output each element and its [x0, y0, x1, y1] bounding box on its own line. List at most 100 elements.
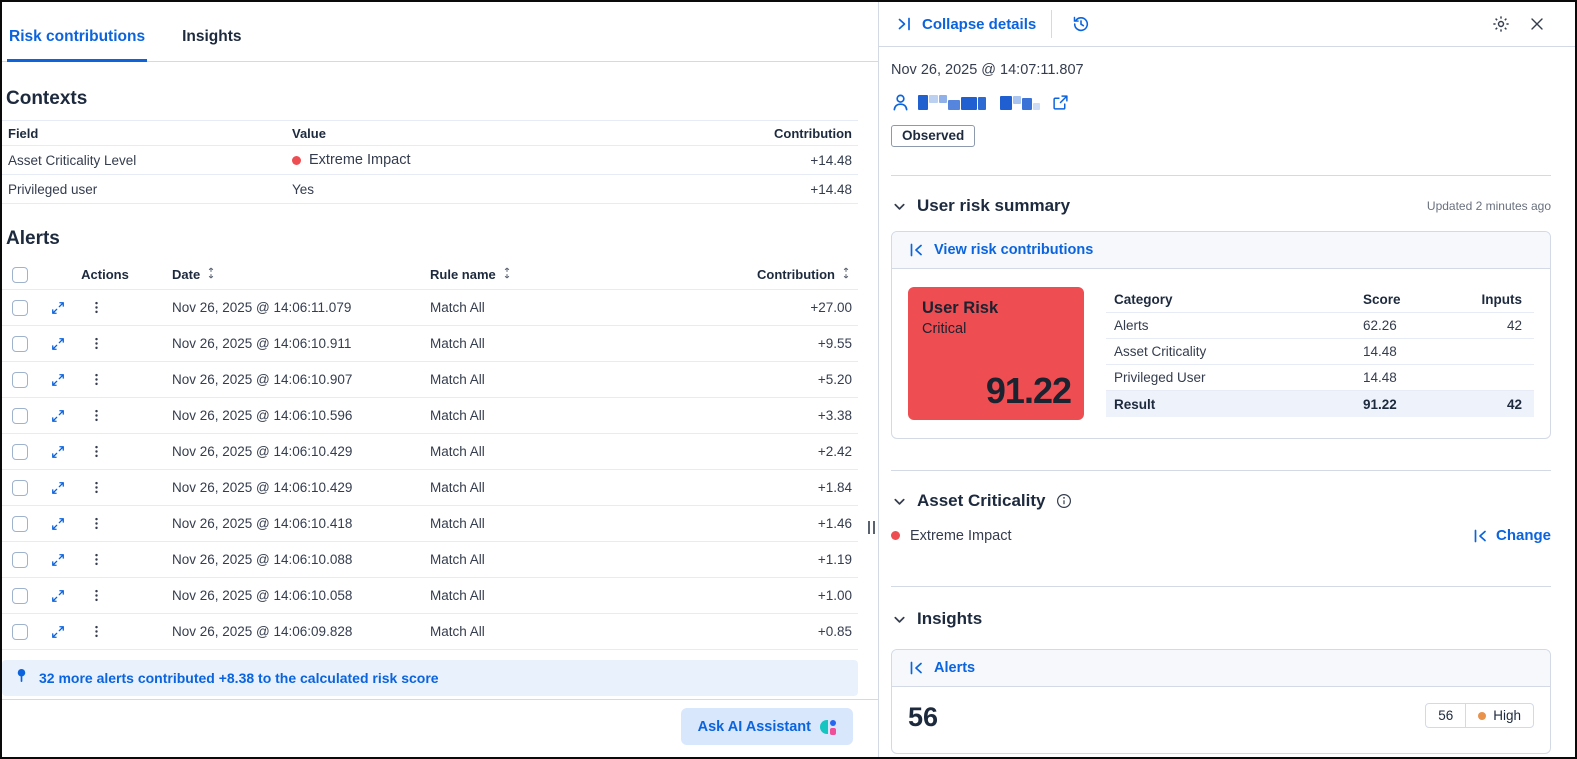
alert-date: Nov 26, 2025 @ 14:06:11.079	[172, 300, 430, 315]
risk-category: Result	[1106, 397, 1355, 412]
insights-header: Insights	[891, 609, 1551, 629]
row-checkbox[interactable]	[12, 480, 28, 496]
more-actions-icon[interactable]	[84, 440, 108, 464]
expand-alert-icon[interactable]	[46, 512, 70, 536]
alerts-col-date[interactable]: Date	[172, 267, 430, 282]
alerts-heading: Alerts	[6, 228, 857, 250]
change-criticality-link[interactable]: Change	[1472, 527, 1551, 544]
more-actions-icon[interactable]	[84, 620, 108, 644]
updated-timestamp: Updated 2 minutes ago	[1427, 199, 1551, 213]
user-icon	[891, 93, 910, 112]
row-checkbox[interactable]	[12, 372, 28, 388]
sort-icon[interactable]	[205, 267, 217, 282]
row-checkbox[interactable]	[12, 300, 28, 316]
alert-rule-name: Match All	[430, 588, 728, 603]
context-field: Privileged user	[2, 182, 286, 197]
more-actions-icon[interactable]	[84, 332, 108, 356]
expand-alert-icon[interactable]	[46, 368, 70, 392]
score-card-title: User Risk	[922, 299, 1070, 318]
more-actions-icon[interactable]	[84, 476, 108, 500]
alert-contribution: +1.19	[728, 552, 858, 567]
alert-contribution: +1.00	[728, 588, 858, 603]
info-icon[interactable]	[1056, 493, 1072, 509]
entity-details-panel: Collapse details Nov 26, 2025 @ 14:07:11…	[879, 2, 1575, 757]
expand-alert-icon[interactable]	[46, 296, 70, 320]
alert-date: Nov 26, 2025 @ 14:06:10.429	[172, 480, 430, 495]
more-actions-icon[interactable]	[84, 296, 108, 320]
more-actions-icon[interactable]	[84, 512, 108, 536]
contexts-col-value: Value	[286, 126, 708, 141]
expand-alert-icon[interactable]	[46, 404, 70, 428]
expand-alert-icon[interactable]	[46, 332, 70, 356]
more-actions-icon[interactable]	[84, 404, 108, 428]
tab-risk-contributions[interactable]: Risk contributions	[7, 22, 147, 62]
contexts-heading: Contexts	[6, 88, 857, 110]
severity-badge-count: 56	[1426, 704, 1466, 727]
row-checkbox[interactable]	[12, 588, 28, 604]
header-divider	[1051, 10, 1052, 38]
event-timestamp: Nov 26, 2025 @ 14:07:11.807	[891, 62, 1551, 78]
more-actions-icon[interactable]	[84, 584, 108, 608]
alerts-col-rule-name[interactable]: Rule name	[430, 267, 728, 282]
risk-table-row: Result91.2242	[1106, 391, 1534, 417]
view-risk-contributions-link[interactable]: View risk contributions	[934, 242, 1093, 258]
chevron-down-icon[interactable]	[891, 494, 907, 509]
row-checkbox[interactable]	[12, 552, 28, 568]
alert-rule-name: Match All	[430, 336, 728, 351]
severity-dot-icon	[1478, 712, 1486, 720]
panel-resize-handle[interactable]	[866, 519, 877, 536]
more-actions-icon[interactable]	[84, 368, 108, 392]
expand-alert-icon[interactable]	[46, 548, 70, 572]
risk-table-row: Privileged User14.48	[1106, 365, 1534, 391]
user-risk-summary-header: User risk summary Updated 2 minutes ago	[891, 196, 1551, 216]
row-checkbox[interactable]	[12, 624, 28, 640]
select-all-checkbox[interactable]	[12, 267, 28, 283]
expand-left-icon	[1472, 528, 1488, 544]
alert-rule-name: Match All	[430, 444, 728, 459]
ai-assistant-icon	[820, 719, 836, 735]
insights-alerts-link[interactable]: Alerts	[934, 660, 975, 676]
expand-alert-icon[interactable]	[46, 584, 70, 608]
history-icon[interactable]	[1067, 10, 1095, 38]
alert-contribution: +1.46	[728, 516, 858, 531]
close-icon[interactable]	[1523, 10, 1551, 38]
alert-date: Nov 26, 2025 @ 14:06:10.088	[172, 552, 430, 567]
user-risk-score-card: User Risk Critical 91.22	[908, 287, 1084, 420]
divider	[891, 175, 1551, 176]
redacted-username	[918, 95, 986, 110]
ask-ai-assistant-button[interactable]: Ask AI Assistant	[681, 708, 853, 745]
gear-icon[interactable]	[1487, 10, 1515, 38]
insights-alerts-card: Alerts 56 56 High	[891, 649, 1551, 754]
alert-rule-name: Match All	[430, 552, 728, 567]
row-checkbox[interactable]	[12, 516, 28, 532]
more-actions-icon[interactable]	[84, 548, 108, 572]
context-field: Asset Criticality Level	[2, 153, 286, 168]
risk-card-header: View risk contributions	[892, 232, 1550, 269]
severity-dot-icon	[891, 531, 900, 540]
alerts-col-contribution[interactable]: Contribution	[728, 267, 858, 282]
risk-category: Alerts	[1106, 318, 1355, 333]
sort-icon[interactable]	[501, 267, 513, 282]
sort-icon[interactable]	[840, 267, 852, 282]
score-card-value: 91.22	[986, 370, 1071, 412]
tab-insights[interactable]: Insights	[180, 22, 243, 62]
alerts-count: 56	[908, 703, 938, 733]
row-checkbox[interactable]	[12, 408, 28, 424]
risk-inputs: 42	[1465, 397, 1534, 412]
external-link-icon[interactable]	[1052, 94, 1069, 111]
collapse-details-button[interactable]: Collapse details	[897, 16, 1036, 33]
context-row: Privileged userYes+14.48	[2, 175, 858, 204]
row-checkbox[interactable]	[12, 336, 28, 352]
alert-date: Nov 26, 2025 @ 14:06:10.911	[172, 336, 430, 351]
expand-alert-icon[interactable]	[46, 476, 70, 500]
severity-badge: 56 High	[1425, 703, 1534, 728]
row-checkbox[interactable]	[12, 444, 28, 460]
chevron-down-icon[interactable]	[891, 612, 907, 627]
expand-alert-icon[interactable]	[46, 440, 70, 464]
expand-alert-icon[interactable]	[46, 620, 70, 644]
risk-table-row: Alerts62.2642	[1106, 313, 1534, 339]
risk-score: 14.48	[1355, 370, 1465, 385]
user-identity-row[interactable]	[891, 93, 1551, 112]
chevron-down-icon[interactable]	[891, 199, 907, 214]
asset-criticality-header: Asset Criticality	[891, 491, 1551, 511]
